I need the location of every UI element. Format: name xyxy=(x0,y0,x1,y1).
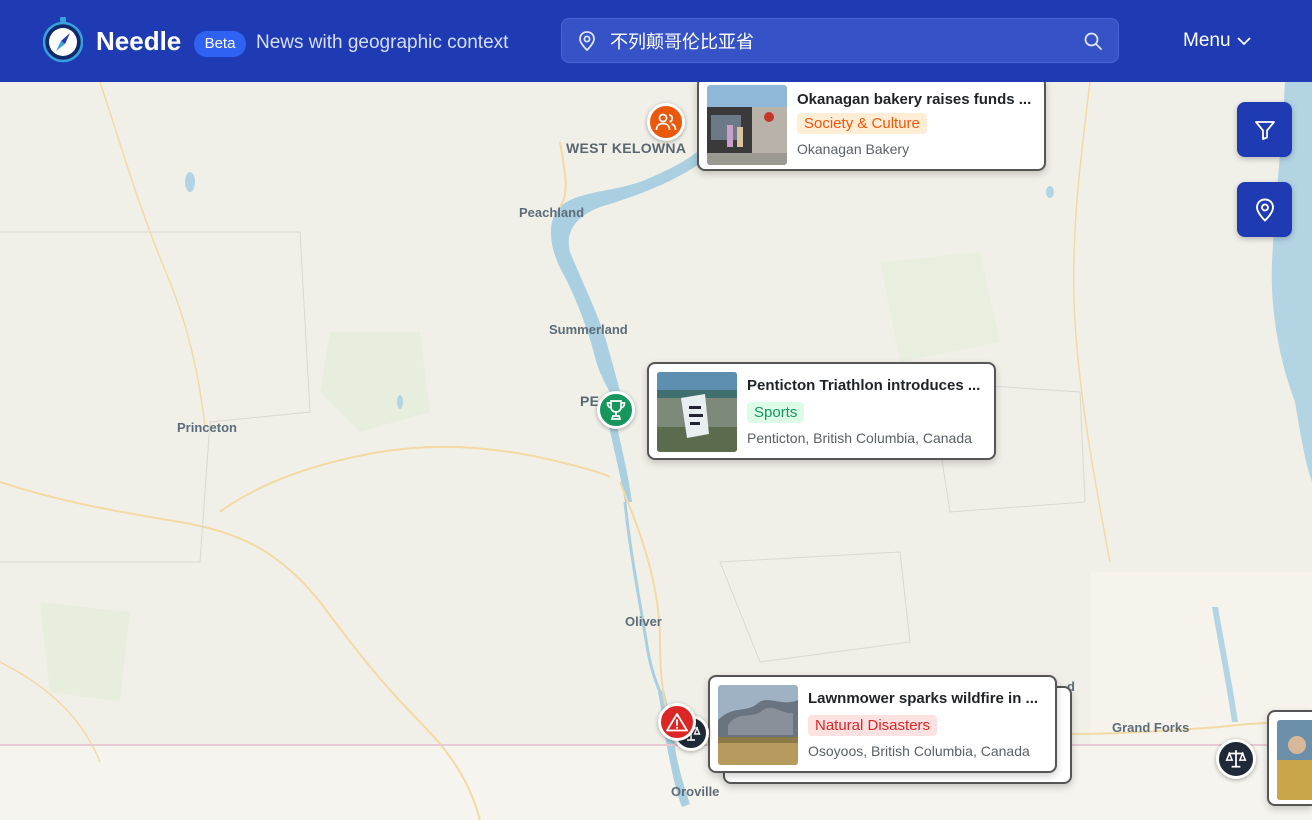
story-title[interactable]: Lawnmower sparks wildfire in ... xyxy=(808,690,1045,707)
story-title[interactable]: Penticton Triathlon introduces ... xyxy=(747,377,984,394)
story-marker-justice[interactable] xyxy=(1216,739,1256,779)
category-tag[interactable]: Natural Disasters xyxy=(808,715,938,736)
story-thumbnail[interactable] xyxy=(707,85,787,165)
place-label-oroville: Oroville xyxy=(671,784,720,799)
story-location: Penticton, British Columbia, Canada xyxy=(747,430,972,446)
story-thumbnail[interactable] xyxy=(657,372,737,452)
story-marker-sports[interactable] xyxy=(597,391,635,429)
search-icon[interactable] xyxy=(1084,32,1102,50)
category-tag[interactable]: Sports xyxy=(747,402,805,423)
story-card[interactable]: Lawnmower sparks wildfire in ... Natural… xyxy=(708,675,1057,773)
story-marker-disaster[interactable] xyxy=(658,703,696,741)
story-title[interactable]: Okanagan bakery raises funds ... xyxy=(797,91,1034,108)
scales-icon xyxy=(1225,750,1247,768)
place-label-west-kelowna: WEST KELOWNA xyxy=(566,140,687,156)
story-image xyxy=(657,372,737,452)
map-pin-icon xyxy=(579,31,595,51)
place-label-grand-forks: Grand Forks xyxy=(1112,720,1190,735)
story-location: Osoyoos, British Columbia, Canada xyxy=(808,743,1030,759)
story-thumbnail[interactable] xyxy=(1277,720,1312,800)
story-card[interactable]: Penticton Triathlon introduces ... Sport… xyxy=(647,362,996,460)
place-label-summerland: Summerland xyxy=(549,322,628,337)
story-image xyxy=(1277,720,1312,800)
story-card-partial[interactable] xyxy=(1267,710,1312,806)
story-card[interactable]: Okanagan bakery raises funds ... Society… xyxy=(697,76,1046,171)
menu-button[interactable]: Menu xyxy=(1183,30,1251,52)
chevron-down-icon xyxy=(1236,37,1251,46)
tagline: News with geographic context xyxy=(256,32,509,53)
place-label-princeton: Princeton xyxy=(177,420,237,435)
people-icon xyxy=(655,113,677,131)
brand-name[interactable]: Needle xyxy=(96,26,181,57)
filter-icon xyxy=(1254,120,1275,140)
top-navbar: Needle Beta News with geographic context… xyxy=(0,0,1312,82)
story-image xyxy=(707,85,787,165)
category-tag[interactable]: Society & Culture xyxy=(797,113,927,134)
story-marker-society[interactable] xyxy=(647,103,685,141)
story-thumbnail[interactable] xyxy=(718,685,798,765)
search-input[interactable] xyxy=(610,25,1070,57)
menu-label: Menu xyxy=(1183,30,1231,51)
location-search-box[interactable] xyxy=(561,18,1119,63)
story-location: Okanagan Bakery xyxy=(797,141,910,157)
place-label-oliver: Oliver xyxy=(625,614,662,629)
locate-button[interactable] xyxy=(1237,182,1292,237)
compass-logo-icon[interactable] xyxy=(43,17,83,63)
map-pin-icon xyxy=(1255,198,1274,222)
beta-badge: Beta xyxy=(194,31,246,57)
trophy-icon xyxy=(606,400,626,420)
story-image xyxy=(718,685,798,765)
place-label-peachland: Peachland xyxy=(519,205,585,220)
warning-icon xyxy=(666,713,688,732)
filter-button[interactable] xyxy=(1237,102,1292,157)
